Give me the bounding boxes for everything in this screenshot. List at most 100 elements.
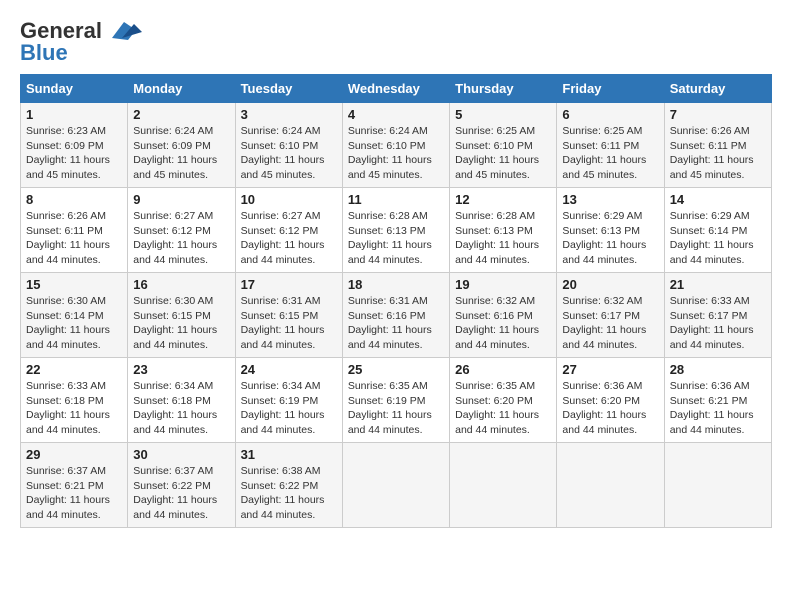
day-number: 13: [562, 192, 658, 207]
calendar-cell: 6 Sunrise: 6:25 AMSunset: 6:11 PMDayligh…: [557, 103, 664, 188]
day-number: 14: [670, 192, 766, 207]
calendar-cell: 13 Sunrise: 6:29 AMSunset: 6:13 PMDaylig…: [557, 188, 664, 273]
calendar-table: SundayMondayTuesdayWednesdayThursdayFrid…: [20, 74, 772, 528]
day-number: 24: [241, 362, 337, 377]
day-info: Sunrise: 6:38 AMSunset: 6:22 PMDaylight:…: [241, 465, 325, 521]
day-number: 20: [562, 277, 658, 292]
weekday-header-friday: Friday: [557, 75, 664, 103]
calendar-cell: 22 Sunrise: 6:33 AMSunset: 6:18 PMDaylig…: [21, 358, 128, 443]
day-number: 17: [241, 277, 337, 292]
calendar-cell: 12 Sunrise: 6:28 AMSunset: 6:13 PMDaylig…: [450, 188, 557, 273]
page-header: General Blue: [20, 20, 772, 64]
day-info: Sunrise: 6:36 AMSunset: 6:20 PMDaylight:…: [562, 380, 646, 436]
day-number: 2: [133, 107, 229, 122]
day-info: Sunrise: 6:34 AMSunset: 6:18 PMDaylight:…: [133, 380, 217, 436]
day-info: Sunrise: 6:30 AMSunset: 6:14 PMDaylight:…: [26, 295, 110, 351]
day-number: 3: [241, 107, 337, 122]
weekday-header-thursday: Thursday: [450, 75, 557, 103]
day-info: Sunrise: 6:24 AMSunset: 6:10 PMDaylight:…: [348, 125, 432, 181]
logo-text: General: [20, 20, 102, 42]
day-info: Sunrise: 6:37 AMSunset: 6:21 PMDaylight:…: [26, 465, 110, 521]
day-info: Sunrise: 6:30 AMSunset: 6:15 PMDaylight:…: [133, 295, 217, 351]
day-info: Sunrise: 6:24 AMSunset: 6:09 PMDaylight:…: [133, 125, 217, 181]
calendar-cell: 9 Sunrise: 6:27 AMSunset: 6:12 PMDayligh…: [128, 188, 235, 273]
day-number: 27: [562, 362, 658, 377]
day-info: Sunrise: 6:36 AMSunset: 6:21 PMDaylight:…: [670, 380, 754, 436]
calendar-cell: 29 Sunrise: 6:37 AMSunset: 6:21 PMDaylig…: [21, 443, 128, 528]
calendar-cell: [664, 443, 771, 528]
day-number: 12: [455, 192, 551, 207]
day-number: 11: [348, 192, 444, 207]
day-info: Sunrise: 6:31 AMSunset: 6:16 PMDaylight:…: [348, 295, 432, 351]
calendar-cell: 3 Sunrise: 6:24 AMSunset: 6:10 PMDayligh…: [235, 103, 342, 188]
calendar-cell: [450, 443, 557, 528]
day-number: 21: [670, 277, 766, 292]
logo: General Blue: [20, 20, 142, 64]
calendar-cell: 11 Sunrise: 6:28 AMSunset: 6:13 PMDaylig…: [342, 188, 449, 273]
weekday-header-saturday: Saturday: [664, 75, 771, 103]
day-number: 26: [455, 362, 551, 377]
calendar-cell: 18 Sunrise: 6:31 AMSunset: 6:16 PMDaylig…: [342, 273, 449, 358]
day-number: 10: [241, 192, 337, 207]
calendar-cell: 1 Sunrise: 6:23 AMSunset: 6:09 PMDayligh…: [21, 103, 128, 188]
day-info: Sunrise: 6:34 AMSunset: 6:19 PMDaylight:…: [241, 380, 325, 436]
calendar-cell: 4 Sunrise: 6:24 AMSunset: 6:10 PMDayligh…: [342, 103, 449, 188]
logo-blue-text: Blue: [20, 42, 68, 64]
calendar-cell: 5 Sunrise: 6:25 AMSunset: 6:10 PMDayligh…: [450, 103, 557, 188]
day-number: 6: [562, 107, 658, 122]
calendar-cell: 31 Sunrise: 6:38 AMSunset: 6:22 PMDaylig…: [235, 443, 342, 528]
calendar-cell: 25 Sunrise: 6:35 AMSunset: 6:19 PMDaylig…: [342, 358, 449, 443]
day-number: 31: [241, 447, 337, 462]
weekday-header-monday: Monday: [128, 75, 235, 103]
weekday-header-sunday: Sunday: [21, 75, 128, 103]
weekday-header-tuesday: Tuesday: [235, 75, 342, 103]
day-number: 16: [133, 277, 229, 292]
day-info: Sunrise: 6:32 AMSunset: 6:17 PMDaylight:…: [562, 295, 646, 351]
day-info: Sunrise: 6:35 AMSunset: 6:20 PMDaylight:…: [455, 380, 539, 436]
calendar-cell: 15 Sunrise: 6:30 AMSunset: 6:14 PMDaylig…: [21, 273, 128, 358]
day-info: Sunrise: 6:23 AMSunset: 6:09 PMDaylight:…: [26, 125, 110, 181]
day-number: 28: [670, 362, 766, 377]
calendar-cell: [342, 443, 449, 528]
day-number: 18: [348, 277, 444, 292]
calendar-cell: 24 Sunrise: 6:34 AMSunset: 6:19 PMDaylig…: [235, 358, 342, 443]
day-number: 8: [26, 192, 122, 207]
day-number: 22: [26, 362, 122, 377]
weekday-header-wednesday: Wednesday: [342, 75, 449, 103]
calendar-cell: 2 Sunrise: 6:24 AMSunset: 6:09 PMDayligh…: [128, 103, 235, 188]
calendar-cell: 21 Sunrise: 6:33 AMSunset: 6:17 PMDaylig…: [664, 273, 771, 358]
day-info: Sunrise: 6:37 AMSunset: 6:22 PMDaylight:…: [133, 465, 217, 521]
calendar-cell: 17 Sunrise: 6:31 AMSunset: 6:15 PMDaylig…: [235, 273, 342, 358]
calendar-cell: 10 Sunrise: 6:27 AMSunset: 6:12 PMDaylig…: [235, 188, 342, 273]
day-info: Sunrise: 6:27 AMSunset: 6:12 PMDaylight:…: [133, 210, 217, 266]
day-info: Sunrise: 6:27 AMSunset: 6:12 PMDaylight:…: [241, 210, 325, 266]
day-info: Sunrise: 6:24 AMSunset: 6:10 PMDaylight:…: [241, 125, 325, 181]
calendar-cell: 20 Sunrise: 6:32 AMSunset: 6:17 PMDaylig…: [557, 273, 664, 358]
day-number: 9: [133, 192, 229, 207]
day-info: Sunrise: 6:26 AMSunset: 6:11 PMDaylight:…: [26, 210, 110, 266]
day-number: 25: [348, 362, 444, 377]
logo-icon: [104, 20, 142, 42]
day-info: Sunrise: 6:35 AMSunset: 6:19 PMDaylight:…: [348, 380, 432, 436]
day-info: Sunrise: 6:33 AMSunset: 6:18 PMDaylight:…: [26, 380, 110, 436]
calendar-cell: 26 Sunrise: 6:35 AMSunset: 6:20 PMDaylig…: [450, 358, 557, 443]
calendar-cell: 27 Sunrise: 6:36 AMSunset: 6:20 PMDaylig…: [557, 358, 664, 443]
day-number: 23: [133, 362, 229, 377]
day-info: Sunrise: 6:33 AMSunset: 6:17 PMDaylight:…: [670, 295, 754, 351]
day-number: 19: [455, 277, 551, 292]
calendar-cell: 28 Sunrise: 6:36 AMSunset: 6:21 PMDaylig…: [664, 358, 771, 443]
calendar-cell: 8 Sunrise: 6:26 AMSunset: 6:11 PMDayligh…: [21, 188, 128, 273]
day-number: 1: [26, 107, 122, 122]
day-info: Sunrise: 6:29 AMSunset: 6:14 PMDaylight:…: [670, 210, 754, 266]
day-number: 29: [26, 447, 122, 462]
day-info: Sunrise: 6:28 AMSunset: 6:13 PMDaylight:…: [348, 210, 432, 266]
calendar-cell: 16 Sunrise: 6:30 AMSunset: 6:15 PMDaylig…: [128, 273, 235, 358]
calendar-cell: 7 Sunrise: 6:26 AMSunset: 6:11 PMDayligh…: [664, 103, 771, 188]
day-number: 30: [133, 447, 229, 462]
calendar-cell: 14 Sunrise: 6:29 AMSunset: 6:14 PMDaylig…: [664, 188, 771, 273]
calendar-cell: 30 Sunrise: 6:37 AMSunset: 6:22 PMDaylig…: [128, 443, 235, 528]
day-info: Sunrise: 6:29 AMSunset: 6:13 PMDaylight:…: [562, 210, 646, 266]
calendar-cell: 23 Sunrise: 6:34 AMSunset: 6:18 PMDaylig…: [128, 358, 235, 443]
day-info: Sunrise: 6:31 AMSunset: 6:15 PMDaylight:…: [241, 295, 325, 351]
calendar-cell: [557, 443, 664, 528]
